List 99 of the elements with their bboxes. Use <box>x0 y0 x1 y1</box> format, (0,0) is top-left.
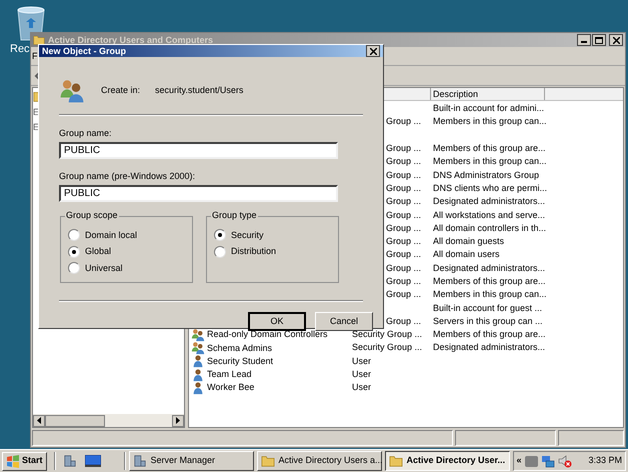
dialog-button[interactable]: Cancel <box>315 312 373 331</box>
radio-button[interactable] <box>68 262 80 274</box>
radio-label: Global <box>85 245 112 258</box>
people-icon <box>191 328 205 342</box>
column-header[interactable]: Description <box>431 88 545 100</box>
folder-icon <box>260 454 275 468</box>
group-box-title: Group scope <box>65 209 119 222</box>
description-cell: All workstations and serve... <box>433 208 546 222</box>
speaker-muted-icon[interactable] <box>558 454 572 468</box>
description-cell: Built-in account for guest ... <box>433 302 542 315</box>
close-button[interactable] <box>609 34 623 46</box>
radio-button[interactable] <box>68 229 80 242</box>
description-cell: Members in this group can... <box>433 155 547 168</box>
description-cell: DNS clients who are permi... <box>433 182 548 195</box>
type-cell: User <box>352 356 372 366</box>
description-cell: Designated administrators... <box>433 341 546 354</box>
type-cell-text: Group ... <box>385 276 422 286</box>
type-cell-text: Group ... <box>385 289 422 300</box>
create-in-label: Create in: <box>101 84 140 98</box>
left-arrow-icon <box>37 417 41 424</box>
create-in-value: security.student/Users <box>155 84 244 98</box>
people-icon <box>191 341 205 355</box>
maximize-button[interactable] <box>592 34 606 46</box>
close-icon <box>370 48 376 54</box>
type-cell: Security Group ... <box>352 329 422 340</box>
type-cell-text: Group ... <box>385 156 422 166</box>
description-cell: Members of this group are... <box>433 142 546 156</box>
field-label: Group name (pre-Windows 2000): <box>59 170 196 183</box>
type-cell: User <box>352 369 372 380</box>
close-icon <box>612 36 620 44</box>
description-cell: Designated administrators... <box>433 262 546 275</box>
type-cell-text: Group ... <box>385 222 422 233</box>
text-field[interactable]: PUBLIC <box>59 142 338 159</box>
field-label: Group name: <box>59 127 113 140</box>
radio-button[interactable] <box>214 229 226 242</box>
type-cell-text: Group ... <box>385 170 422 180</box>
taskbar-button[interactable]: Server Manager <box>128 451 254 471</box>
description-cell: All domain controllers in th... <box>433 222 546 235</box>
maximize-icon <box>595 36 603 44</box>
type-cell-text: Group ... <box>385 116 422 126</box>
radio-button[interactable] <box>68 246 80 258</box>
scrollbar-thumb[interactable] <box>45 414 105 426</box>
server-icon <box>132 454 147 468</box>
start-button[interactable]: Start <box>2 452 47 470</box>
description-cell: Members in this group can... <box>433 288 547 302</box>
minimize-icon <box>581 41 587 43</box>
windows-logo-icon <box>6 454 20 468</box>
monitor-icon[interactable] <box>84 455 101 467</box>
radio-label: Distribution <box>231 245 276 258</box>
description-cell: Designated administrators... <box>433 195 546 208</box>
type-cell-text: Group ... <box>385 249 422 260</box>
radio-label: Security <box>231 228 264 242</box>
type-cell-text: Group ... <box>385 143 422 154</box>
folder-icon <box>388 454 403 468</box>
radio-button[interactable] <box>214 246 226 258</box>
description-cell: DNS Administrators Group <box>433 168 540 182</box>
taskbar-button[interactable]: Active Directory User... <box>384 451 510 471</box>
name-cell[interactable]: Read-only Domain Controllers <box>207 328 328 342</box>
window-title: Active Directory Users and Computers <box>48 34 214 46</box>
type-cell-text: Group ... <box>385 210 422 220</box>
right-arrow-icon <box>176 417 180 424</box>
desktop-icon-label: Rec <box>10 42 30 57</box>
description-cell: Servers in this group can ... <box>433 314 543 328</box>
clock: 3:33 PM <box>588 454 622 468</box>
vm-icon[interactable] <box>524 456 538 466</box>
group-box-title: Group type <box>211 209 258 222</box>
person-icon <box>191 380 205 395</box>
minimize-button[interactable] <box>577 34 591 46</box>
radio-label: Domain local <box>85 228 138 242</box>
folder-icon <box>33 34 45 46</box>
network-icon[interactable] <box>540 454 555 468</box>
description-cell: Members in this group can... <box>433 115 547 128</box>
show-hidden-icons-button[interactable]: « <box>516 454 522 468</box>
description-cell: Members of this group are... <box>433 275 546 288</box>
name-cell[interactable]: Schema Admins <box>207 342 272 354</box>
type-cell-text: Group ... <box>385 196 422 206</box>
name-cell[interactable]: Security Student <box>207 354 274 368</box>
person-icon <box>191 354 205 368</box>
close-button[interactable] <box>366 45 380 57</box>
description-cell: Members of this group are... <box>433 328 546 342</box>
type-cell: User <box>352 382 372 392</box>
type-cell: Security Group ... <box>352 342 422 352</box>
description-cell: All domain users <box>433 248 500 262</box>
person-icon <box>191 368 205 382</box>
text-field[interactable]: PUBLIC <box>59 185 338 202</box>
server-icon <box>62 454 77 468</box>
type-cell-text: Group ... <box>385 262 422 273</box>
people-icon <box>59 78 85 104</box>
name-cell[interactable]: Team Lead <box>207 368 252 382</box>
radio-label: Universal <box>85 262 123 274</box>
name-cell[interactable]: Worker Bee <box>207 381 254 394</box>
dialog-button[interactable]: OK <box>248 312 306 331</box>
menu-item[interactable]: F <box>32 50 38 64</box>
dialog-title: New Object - Group <box>42 45 126 57</box>
type-cell-text: Group ... <box>385 182 422 193</box>
horizontal-scrollbar[interactable] <box>33 414 184 427</box>
description-cell: All domain guests <box>433 235 504 248</box>
description-cell: Built-in account for admini... <box>433 102 544 116</box>
type-cell-text: Group ... <box>385 236 422 246</box>
